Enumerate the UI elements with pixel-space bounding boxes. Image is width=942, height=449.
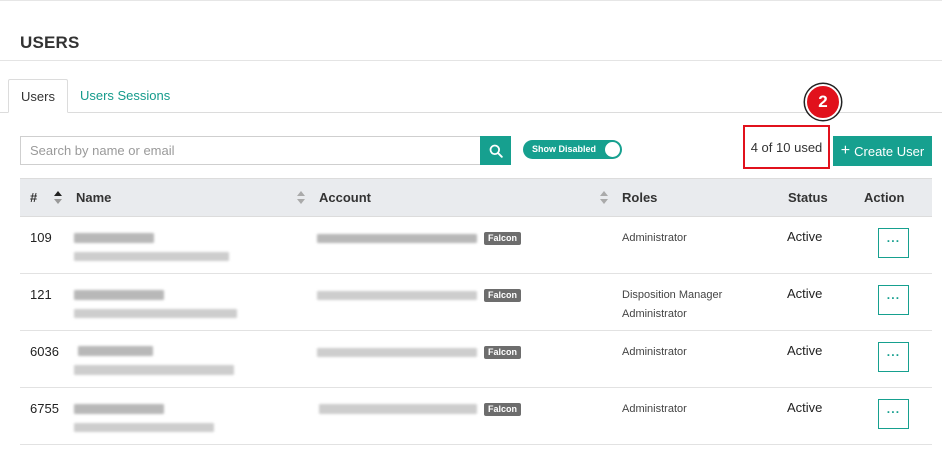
role-item: Disposition Manager: [622, 289, 723, 301]
user-status: Active: [787, 229, 823, 244]
role-item: Administrator: [622, 346, 687, 358]
redacted-email: [74, 252, 229, 261]
table-header: # Name Account Roles Status Action: [20, 178, 932, 217]
toggle-label: Show Disabled: [532, 144, 597, 154]
users-table: # Name Account Roles Status Action 109 F…: [20, 178, 932, 445]
redacted-email: [74, 309, 237, 318]
sort-name-icon[interactable]: [297, 191, 305, 204]
usage-counter: 4 of 10 used: [743, 125, 830, 169]
tab-divider: [0, 112, 942, 113]
more-options-icon: ···: [886, 348, 901, 362]
more-options-icon: ···: [886, 405, 901, 419]
user-roles: Administrator: [622, 229, 687, 248]
step-number: 2: [818, 92, 828, 111]
redacted-email: [74, 423, 214, 432]
row-action-button[interactable]: ···: [878, 228, 909, 258]
user-status: Active: [787, 286, 823, 301]
sort-asc-icon[interactable]: [54, 191, 62, 204]
table-row: 6755 Falcon Administrator Active ···: [20, 388, 932, 445]
page-title: USERS: [20, 33, 80, 52]
top-divider: [0, 0, 942, 1]
user-id: 109: [30, 230, 52, 245]
tab-bar: Users Users Sessions: [8, 79, 182, 113]
account-tag: Falcon: [484, 232, 522, 245]
user-roles: Administrator: [622, 400, 687, 419]
sort-account-icon[interactable]: [600, 191, 608, 204]
search-icon: [489, 144, 503, 158]
show-disabled-toggle[interactable]: Show Disabled: [523, 140, 622, 159]
user-id: 121: [30, 287, 52, 302]
column-roles: Roles: [622, 190, 658, 205]
user-roles: Administrator: [622, 343, 687, 362]
column-action: Action: [864, 190, 905, 205]
table-row: 109 Falcon Administrator Active ···: [20, 217, 932, 274]
column-status: Status: [788, 190, 828, 205]
search-input[interactable]: [20, 136, 480, 165]
create-user-button[interactable]: + Create User: [833, 136, 932, 166]
create-user-label: Create User: [854, 143, 925, 159]
user-id: 6036: [30, 344, 59, 359]
row-action-button[interactable]: ···: [878, 285, 909, 315]
role-item: Administrator: [622, 403, 687, 415]
table-row: 121 Falcon Disposition Manager Administr…: [20, 274, 932, 331]
user-status: Active: [787, 343, 823, 358]
column-account[interactable]: Account: [319, 179, 371, 216]
column-name[interactable]: Name: [76, 179, 111, 216]
usage-text: 4 of 10 used: [750, 139, 823, 155]
redacted-name: [74, 233, 154, 243]
redacted-account: [317, 291, 477, 300]
more-options-icon: ···: [886, 234, 901, 248]
account-tag: Falcon: [484, 346, 522, 359]
step-badge: 2: [805, 84, 841, 120]
user-roles: Disposition Manager Administrator: [622, 286, 722, 324]
redacted-account: [317, 348, 477, 357]
column-id: #: [30, 190, 38, 205]
redacted-name: [74, 290, 164, 300]
redacted-account: [319, 404, 477, 414]
search-button[interactable]: [480, 136, 511, 165]
redacted-email: [74, 365, 234, 375]
row-action-button[interactable]: ···: [878, 399, 909, 429]
plus-icon: +: [840, 142, 851, 159]
toggle-knob: [605, 142, 620, 157]
tab-users-sessions[interactable]: Users Sessions: [68, 79, 182, 113]
redacted-name: [74, 404, 164, 414]
table-row: 6036 Falcon Administrator Active ···: [20, 331, 932, 388]
user-status: Active: [787, 400, 823, 415]
more-options-icon: ···: [886, 291, 901, 305]
user-id: 6755: [30, 401, 59, 416]
account-tag: Falcon: [484, 403, 522, 416]
role-item: Administrator: [622, 232, 687, 244]
title-divider: [0, 60, 942, 61]
redacted-account: [317, 234, 477, 243]
role-item: Administrator: [622, 308, 687, 320]
row-action-button[interactable]: ···: [878, 342, 909, 372]
tab-users[interactable]: Users: [8, 79, 68, 113]
search-bar: [20, 136, 511, 165]
redacted-name: [78, 346, 153, 356]
account-tag: Falcon: [484, 289, 522, 302]
